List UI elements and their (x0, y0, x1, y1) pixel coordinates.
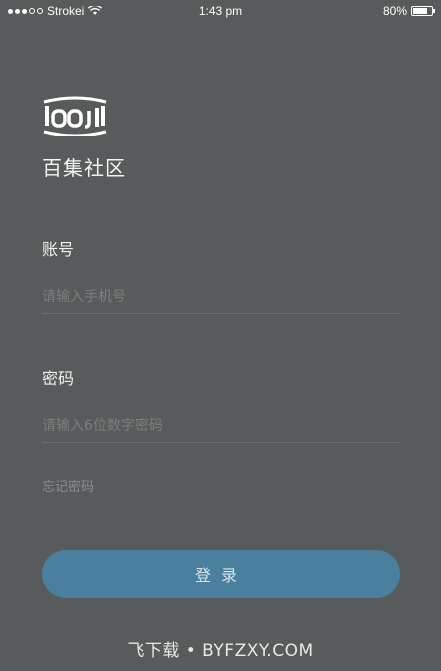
status-bar: Strokei 1:43 pm 80% (0, 0, 441, 22)
login-screen: Strokei 1:43 pm 80% looji (0, 0, 441, 671)
app-logo-icon: looji (43, 96, 107, 136)
status-left: Strokei (8, 4, 103, 18)
password-label: 密码 (42, 369, 75, 388)
status-right: 80% (382, 4, 435, 18)
signal-strength-icon (8, 8, 43, 14)
password-input[interactable] (42, 409, 400, 443)
account-label: 账号 (42, 240, 75, 259)
battery-icon (411, 6, 435, 16)
forgot-password-link[interactable]: 忘记密码 (42, 476, 94, 495)
phone-input[interactable] (42, 280, 400, 314)
wifi-icon (88, 6, 103, 15)
login-button[interactable]: 登录 (42, 550, 400, 598)
watermark-text: 飞下载 • BYFZXY.COM (127, 641, 314, 661)
app-name: 百集社区 (42, 156, 126, 180)
carrier-name: Strokei (47, 4, 85, 18)
battery-percent: 80% (382, 4, 407, 18)
